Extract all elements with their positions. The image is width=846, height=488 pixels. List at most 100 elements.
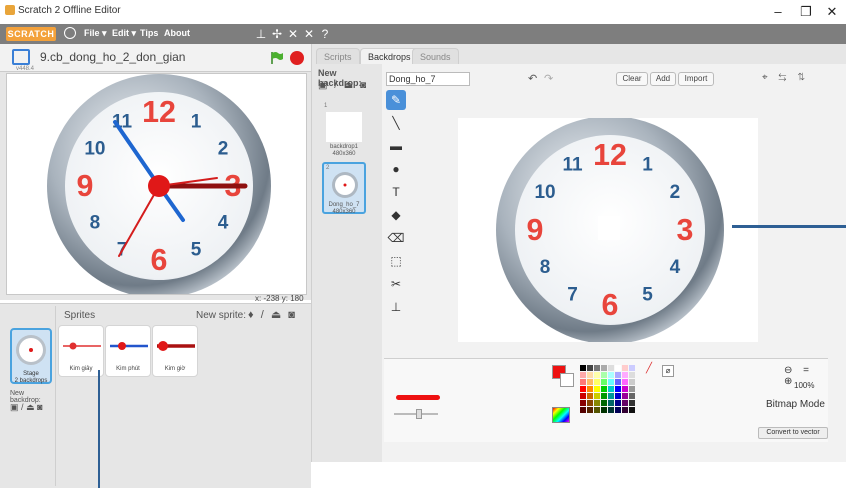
fullscreen-stage-button[interactable] [12, 49, 30, 65]
color-swatch[interactable] [601, 379, 607, 385]
color-swatch[interactable] [629, 372, 635, 378]
close-button[interactable]: ✕ [822, 2, 842, 22]
upload-sprite-icon[interactable]: ⏏ [271, 309, 283, 321]
color-swatch[interactable] [622, 365, 628, 371]
redo-icon[interactable]: ↷ [544, 72, 553, 85]
stage-canvas[interactable]: 121234567891011 [6, 73, 307, 295]
stage-thumbnail[interactable]: Stage 2 backdrops [10, 328, 52, 384]
color-swatch[interactable] [608, 393, 614, 399]
about-menu[interactable]: About [164, 28, 190, 38]
sprite-tile-kim-gio[interactable]: Kim giờ [152, 325, 198, 377]
paint-canvas[interactable]: 12 1 2 3 4 5 6 7 8 9 10 11 [458, 116, 758, 344]
color-swatch[interactable] [615, 365, 621, 371]
file-menu[interactable]: File ▾ [84, 28, 107, 39]
color-swatch[interactable] [587, 393, 593, 399]
color-swatch[interactable] [615, 372, 621, 378]
color-swatch[interactable] [580, 365, 586, 371]
tab-sounds[interactable]: Sounds [412, 48, 459, 64]
sprite-tile-kim-phut[interactable]: Kim phút [105, 325, 151, 377]
flip-vertical-icon[interactable]: ⇅ [797, 72, 809, 83]
draw-backdrop-icon[interactable]: / [21, 402, 24, 412]
color-swatch[interactable] [629, 365, 635, 371]
zoom-out-icon[interactable]: ⊖ [784, 365, 796, 376]
paint-sprite-icon[interactable]: / [261, 309, 266, 321]
minimize-button[interactable]: – [768, 2, 788, 22]
color-swatch[interactable] [601, 393, 607, 399]
color-swatch[interactable] [629, 379, 635, 385]
add-button[interactable]: Add [650, 72, 676, 86]
color-swatch[interactable] [629, 400, 635, 406]
costume-name-field[interactable]: Dong_ho_7 [386, 72, 470, 86]
color-swatch[interactable] [594, 365, 600, 371]
text-icon[interactable]: T [386, 182, 406, 202]
secondary-color[interactable] [560, 373, 574, 387]
eraser-icon[interactable]: ⌫ [386, 228, 406, 248]
color-swatch[interactable] [608, 372, 614, 378]
color-swatch[interactable] [608, 407, 614, 413]
grow-icon[interactable]: ✕ [286, 27, 300, 41]
color-swatch[interactable] [629, 393, 635, 399]
color-picker[interactable] [552, 407, 570, 423]
color-swatch[interactable] [580, 386, 586, 392]
fill-icon[interactable]: ◆ [386, 205, 406, 225]
shrink-icon[interactable]: ✕ [302, 27, 316, 41]
backdrop-tile-2[interactable]: 2 Dong_ho_7 480x360 [322, 162, 366, 215]
green-flag-icon[interactable] [270, 51, 284, 65]
help-icon[interactable]: ? [318, 27, 332, 41]
backdrop-library-icon[interactable]: ▣ [318, 80, 329, 91]
flip-horizontal-icon[interactable]: ⇆ [778, 72, 790, 83]
color-swatch[interactable] [594, 407, 600, 413]
color-swatch[interactable] [601, 372, 607, 378]
color-swatch[interactable] [580, 407, 586, 413]
stamp-select-icon[interactable]: ✂ [386, 274, 406, 294]
color-swatch[interactable] [622, 372, 628, 378]
tab-backdrops[interactable]: Backdrops [360, 48, 419, 64]
color-swatch[interactable] [580, 372, 586, 378]
rectangle-icon[interactable]: ▬ [386, 136, 406, 156]
select-icon[interactable]: ⬚ [386, 251, 406, 271]
color-swatch[interactable] [601, 365, 607, 371]
color-swatch[interactable] [587, 400, 593, 406]
color-swatch[interactable] [587, 365, 593, 371]
scratch-logo[interactable]: SCRATCH [6, 27, 56, 41]
color-swatch[interactable] [587, 379, 593, 385]
camera-backdrop-icon[interactable]: ◙ [37, 402, 42, 412]
color-swatch[interactable] [601, 407, 607, 413]
brush-size-thumb[interactable] [416, 409, 422, 419]
maximize-button[interactable]: ❐ [796, 2, 816, 22]
color-swatch[interactable] [601, 386, 607, 392]
upload-backdrop-icon[interactable]: ⏏ [344, 80, 355, 91]
color-swatch[interactable] [608, 365, 614, 371]
color-swatch[interactable] [608, 400, 614, 406]
camera-sprite-icon[interactable]: ◙ [288, 309, 297, 321]
paint-backdrop-icon[interactable]: ▣ [10, 402, 19, 412]
color-swatch[interactable] [615, 386, 621, 392]
color-swatch[interactable] [615, 407, 621, 413]
color-swatch[interactable] [580, 379, 586, 385]
color-swatch[interactable] [615, 400, 621, 406]
color-swatch[interactable] [622, 386, 628, 392]
clear-button[interactable]: Clear [616, 72, 648, 86]
color-swatch[interactable] [601, 400, 607, 406]
color-swatch[interactable] [580, 393, 586, 399]
color-swatch[interactable] [622, 400, 628, 406]
color-swatch[interactable] [615, 393, 621, 399]
camera-backdrop-icon[interactable]: ◙ [360, 80, 368, 91]
tab-scripts[interactable]: Scripts [316, 48, 360, 64]
upload-backdrop-icon[interactable]: ⏏ [26, 402, 35, 412]
duplicate-icon[interactable]: ⊥ [254, 27, 268, 41]
edit-menu[interactable]: Edit ▾ [112, 28, 136, 39]
cut-icon[interactable]: ✢ [270, 27, 284, 41]
language-globe-icon[interactable] [64, 27, 76, 39]
color-swatch[interactable] [608, 379, 614, 385]
color-swatch[interactable] [587, 407, 593, 413]
line-icon[interactable]: ╲ [386, 113, 406, 133]
color-swatch[interactable] [629, 407, 635, 413]
color-swatch[interactable] [594, 386, 600, 392]
color-swatch[interactable] [622, 407, 628, 413]
color-swatch[interactable] [608, 386, 614, 392]
no-color-icon[interactable]: ╱ [646, 363, 652, 374]
tips-menu[interactable]: Tips [140, 28, 158, 38]
color-swatch[interactable] [594, 379, 600, 385]
stamp-icon[interactable]: ⊥ [386, 297, 406, 317]
